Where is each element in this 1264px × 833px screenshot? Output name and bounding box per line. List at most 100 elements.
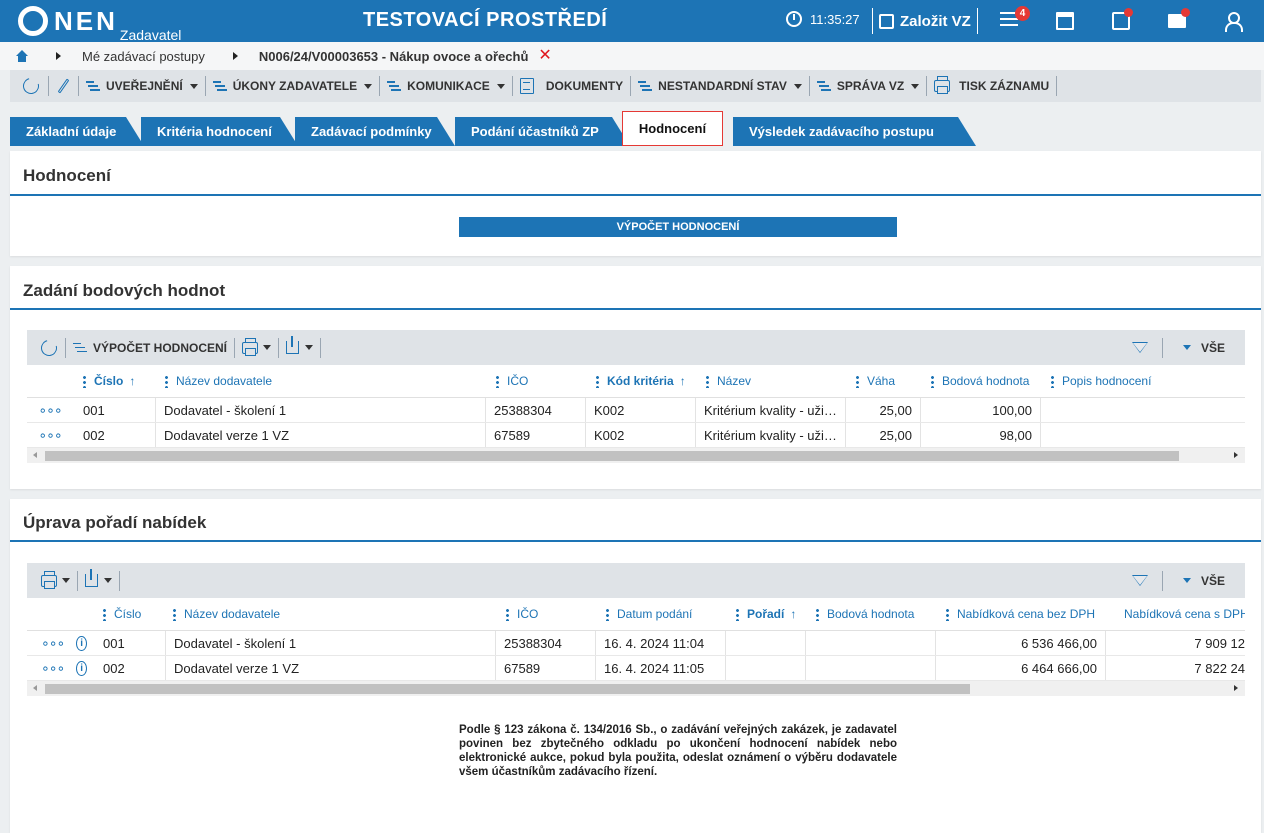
cell-point-value[interactable]: 98,00: [920, 423, 1040, 447]
ranking-panel-title: Úprava pořadí nabídek: [10, 499, 1261, 542]
point-values-panel: Zadání bodových hodnot VÝPOČET HODNOCENÍ…: [10, 266, 1261, 489]
grid-export-menu[interactable]: [286, 336, 314, 354]
environment-title: TESTOVACÍ PROSTŘEDÍ: [363, 9, 608, 31]
scroll-right-icon[interactable]: [1234, 685, 1238, 691]
evaluation-panel-title: Hodnocení: [10, 151, 1261, 196]
column-header-price-excl-vat[interactable]: Nabídková cena bez DPH: [936, 598, 1106, 630]
contracting-acts-menu[interactable]: ÚKONY ZADAVATELE: [212, 79, 373, 93]
scrollbar-thumb[interactable]: [45, 451, 1179, 461]
top-bar: NEN Zadavatel TESTOVACÍ PROSTŘEDÍ 11:35:…: [0, 0, 1264, 42]
tab-basic-info[interactable]: Základní údaje: [10, 117, 144, 146]
row-actions-icon[interactable]: ∘∘∘: [38, 402, 62, 419]
column-header-description[interactable]: Popis hodnocení: [1041, 365, 1245, 397]
user-icon[interactable]: [1224, 12, 1243, 32]
cell-description[interactable]: [1040, 423, 1245, 447]
list-icon: [212, 80, 227, 92]
filter-all-dropdown[interactable]: VŠE: [1177, 574, 1225, 588]
column-header-ico[interactable]: IČO: [486, 365, 586, 397]
manage-vz-menu[interactable]: SPRÁVA VZ: [816, 79, 920, 93]
close-icon[interactable]: ✕: [538, 48, 551, 64]
column-header-price-incl-vat[interactable]: Nabídková cena s DPH: [1106, 598, 1245, 630]
create-vz-button[interactable]: Založit VZ: [872, 8, 978, 34]
point-values-grid: VÝPOČET HODNOCENÍ VŠE Číslo ↑ Název dodav…: [27, 330, 1245, 463]
row-actions-icon[interactable]: ∘∘∘: [38, 427, 62, 444]
calculate-evaluation-button[interactable]: VÝPOČET HODNOCENÍ: [459, 217, 897, 237]
grid-calculate-button[interactable]: VÝPOČET HODNOCENÍ: [73, 341, 227, 355]
scrollbar-thumb[interactable]: [45, 684, 970, 694]
cell-submission-date: 16. 4. 2024 11:04: [595, 631, 725, 655]
table-row[interactable]: ∘∘∘ 002 Dodavatel verze 1 VZ 67589 K002 …: [27, 423, 1245, 448]
grid-print-menu[interactable]: [242, 337, 272, 356]
column-header-ico[interactable]: IČO: [496, 598, 596, 630]
column-header-rank[interactable]: Pořadí ↑: [726, 598, 806, 630]
info-icon[interactable]: i: [76, 660, 87, 676]
filter-icon[interactable]: [1131, 342, 1148, 353]
filter-icon[interactable]: [1131, 575, 1148, 586]
horizontal-scrollbar[interactable]: [27, 681, 1245, 696]
cell-rank[interactable]: [725, 631, 805, 655]
grid-header-row: Číslo ↑ Název dodavatele IČO Kód kritéria…: [27, 365, 1245, 398]
tab-participant-submissions[interactable]: Podání účastníků ZP: [455, 117, 630, 146]
cell-rank[interactable]: [725, 656, 805, 680]
cell-point-value: [805, 656, 935, 680]
scroll-left-icon[interactable]: [33, 685, 37, 691]
pencil-icon[interactable]: [57, 78, 70, 94]
print-record-button[interactable]: TISK ZÁZNAMU: [934, 76, 1049, 94]
cell-number: 001: [103, 635, 125, 651]
sort-asc-icon: ↑: [129, 374, 136, 388]
export-icon: [286, 336, 300, 354]
cell-supplier: Dodavatel verze 1 VZ: [155, 423, 485, 447]
column-header-weight[interactable]: Váha: [846, 365, 921, 397]
column-header-supplier[interactable]: Název dodavatele: [155, 365, 485, 397]
clock-icon: [786, 11, 802, 27]
horizontal-scrollbar[interactable]: [27, 448, 1245, 463]
column-header-number[interactable]: Číslo ↑: [73, 365, 153, 397]
chevron-right-icon: [232, 52, 238, 60]
cell-description[interactable]: [1040, 398, 1245, 422]
table-row[interactable]: ∘∘∘ 001 Dodavatel - školení 1 25388304 K…: [27, 398, 1245, 423]
calculator-icon[interactable]: [1056, 12, 1074, 30]
nen-logo[interactable]: NEN Zadavatel: [18, 6, 181, 42]
create-vz-label: Založit VZ: [900, 12, 971, 30]
info-icon[interactable]: i: [76, 635, 87, 651]
refresh-icon[interactable]: [38, 336, 60, 359]
table-row[interactable]: ∘∘∘ i 002 Dodavatel verze 1 VZ 67589 16. …: [27, 656, 1245, 681]
documents-button[interactable]: DOKUMENTY: [519, 78, 623, 94]
column-header-criterion-code[interactable]: Kód kritéria ↑: [586, 365, 696, 397]
row-actions-icon[interactable]: ∘∘∘: [41, 635, 65, 652]
column-header-supplier[interactable]: Název dodavatele: [163, 598, 493, 630]
cell-weight: 25,00: [845, 398, 920, 422]
column-header-point-value[interactable]: Bodová hodnota: [921, 365, 1041, 397]
clock-time: 11:35:27: [810, 11, 860, 27]
mail-alert-dot: [1181, 8, 1190, 17]
scroll-left-icon[interactable]: [33, 452, 37, 458]
scroll-right-icon[interactable]: [1234, 452, 1238, 458]
column-header-point-value[interactable]: Bodová hodnota: [806, 598, 936, 630]
filter-all-dropdown[interactable]: VŠE: [1177, 341, 1225, 355]
grid-calculate-label: VÝPOČET HODNOCENÍ: [93, 340, 228, 355]
cell-supplier: Dodavatel - školení 1: [155, 398, 485, 422]
communication-menu[interactable]: KOMUNIKACE: [387, 79, 505, 93]
tab-evaluation[interactable]: Hodnocení: [622, 111, 723, 146]
column-header-submission-date[interactable]: Datum podání: [596, 598, 726, 630]
communication-label: KOMUNIKACE: [407, 79, 490, 93]
home-icon[interactable]: [16, 50, 28, 62]
print-icon: [41, 570, 57, 589]
publication-menu[interactable]: UVEŘEJNĚNÍ: [86, 79, 198, 93]
tab-procedure-result[interactable]: Výsledek zadávacího postupu: [733, 117, 976, 146]
row-actions-icon[interactable]: ∘∘∘: [41, 660, 65, 677]
tab-tender-conditions[interactable]: Zadávací podmínky: [295, 117, 455, 146]
column-header-name[interactable]: Název: [696, 365, 846, 397]
nonstandard-state-menu[interactable]: NESTANDARDNÍ STAV: [638, 79, 802, 93]
tab-evaluation-criteria[interactable]: Kritéria hodnocení: [141, 117, 298, 146]
table-row[interactable]: ∘∘∘ i 001 Dodavatel - školení 1 25388304 …: [27, 631, 1245, 656]
grid-export-menu[interactable]: [85, 569, 112, 587]
grid-print-menu[interactable]: [41, 570, 70, 589]
cell-ico: 67589: [485, 423, 585, 447]
cell-point-value[interactable]: 100,00: [920, 398, 1040, 422]
refresh-icon[interactable]: [20, 75, 42, 97]
evaluation-panel: Hodnocení VÝPOČET HODNOCENÍ: [10, 151, 1261, 256]
breadcrumb-my-procedures[interactable]: Mé zadávací postupy: [82, 49, 205, 64]
column-header-number[interactable]: Číslo: [93, 598, 163, 630]
logo-subtitle: Zadavatel: [119, 27, 182, 43]
